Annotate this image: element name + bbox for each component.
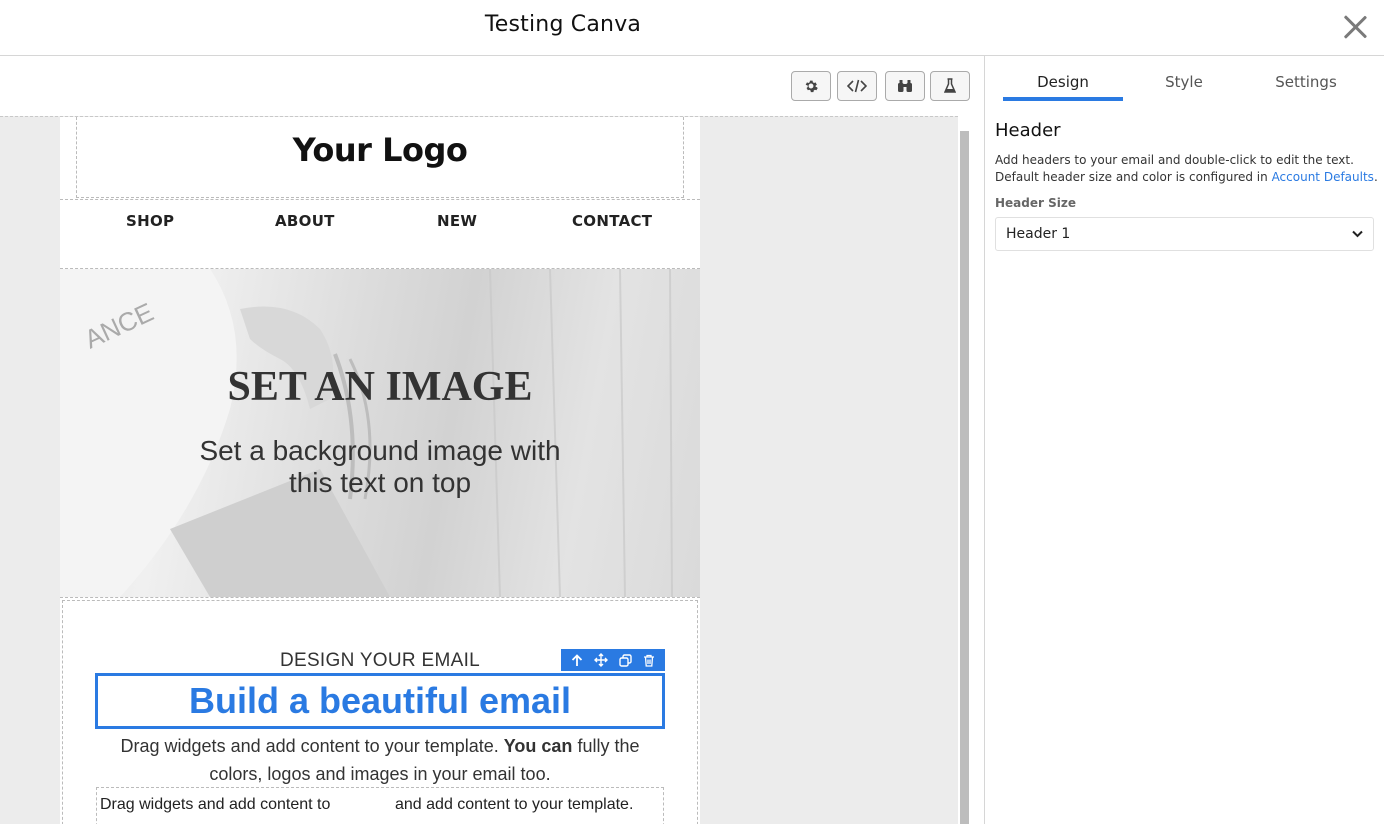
preview-button[interactable] bbox=[885, 71, 925, 101]
nav-item-about[interactable]: ABOUT bbox=[275, 212, 335, 230]
logo-section[interactable]: Your Logo bbox=[60, 117, 700, 199]
description-end: . bbox=[1373, 170, 1378, 184]
logo-text[interactable]: Your Logo bbox=[60, 131, 700, 169]
page-title: Testing Canva bbox=[484, 12, 642, 37]
code-button[interactable] bbox=[837, 71, 877, 101]
nav-item-contact[interactable]: CONTACT bbox=[572, 212, 652, 230]
test-button[interactable] bbox=[930, 71, 970, 101]
email-editor: Your Logo SHOP ABOUT NEW CONTACT ANCE SE… bbox=[0, 56, 985, 824]
arrow-up-icon[interactable] bbox=[571, 653, 583, 667]
code-icon bbox=[847, 79, 867, 93]
move-icon[interactable] bbox=[593, 653, 608, 667]
paragraph-bold: You can bbox=[503, 736, 573, 756]
account-defaults-link[interactable]: Account Defaults bbox=[1272, 170, 1374, 184]
panel-description: Add headers to your email and double-cli… bbox=[995, 152, 1381, 186]
header-size-value: Header 1 bbox=[1006, 226, 1071, 242]
email-template: Your Logo SHOP ABOUT NEW CONTACT ANCE SE… bbox=[60, 117, 700, 824]
properties-panel: Design Style Settings Header Add headers… bbox=[986, 56, 1384, 824]
editor-canvas: Your Logo SHOP ABOUT NEW CONTACT ANCE SE… bbox=[0, 116, 958, 824]
gear-icon bbox=[805, 80, 818, 93]
hero-background-image: ANCE bbox=[60, 269, 673, 597]
navigation-section[interactable]: SHOP ABOUT NEW CONTACT bbox=[60, 199, 700, 269]
tab-design[interactable]: Design bbox=[1003, 73, 1123, 91]
two-column-section[interactable]: Drag widgets and add content to and add … bbox=[96, 787, 664, 824]
close-icon[interactable] bbox=[1340, 12, 1370, 42]
active-tab-indicator bbox=[1003, 97, 1123, 101]
nav-item-new[interactable]: NEW bbox=[437, 212, 477, 230]
flask-icon bbox=[944, 78, 956, 93]
selected-header-widget[interactable]: Build a beautiful email bbox=[95, 673, 665, 729]
nav-item-shop[interactable]: SHOP bbox=[126, 212, 174, 230]
top-bar: Testing Canva bbox=[0, 0, 1384, 56]
trash-icon[interactable] bbox=[643, 654, 655, 667]
content-section[interactable]: DESIGN YOUR EMAIL Build a beautiful emai… bbox=[60, 597, 700, 824]
panel-section-title: Header bbox=[995, 120, 1061, 141]
canvas-scrollbar[interactable] bbox=[960, 131, 969, 824]
hero-heading[interactable]: SET AN IMAGE bbox=[60, 363, 700, 411]
column-left-text[interactable]: Drag widgets and add content to bbox=[100, 796, 330, 814]
chevron-down-icon bbox=[1352, 230, 1363, 238]
header-size-select[interactable]: Header 1 bbox=[995, 217, 1374, 251]
settings-button[interactable] bbox=[791, 71, 831, 101]
column-right-text[interactable]: and add content to your template. bbox=[395, 796, 633, 814]
binoculars-icon bbox=[898, 80, 912, 92]
duplicate-icon[interactable] bbox=[619, 653, 632, 667]
widget-toolbar bbox=[561, 649, 665, 671]
hero-image-section[interactable]: ANCE SET AN IMAGE Set a background image… bbox=[60, 269, 700, 597]
header-size-label: Header Size bbox=[995, 196, 1076, 210]
hero-text[interactable]: Set a background image with this text on… bbox=[190, 435, 570, 499]
tab-style[interactable]: Style bbox=[1124, 73, 1244, 91]
tab-settings[interactable]: Settings bbox=[1246, 73, 1366, 91]
body-paragraph[interactable]: Drag widgets and add content to your tem… bbox=[100, 732, 660, 788]
paragraph-text: Drag widgets and add content to your tem… bbox=[120, 736, 504, 756]
